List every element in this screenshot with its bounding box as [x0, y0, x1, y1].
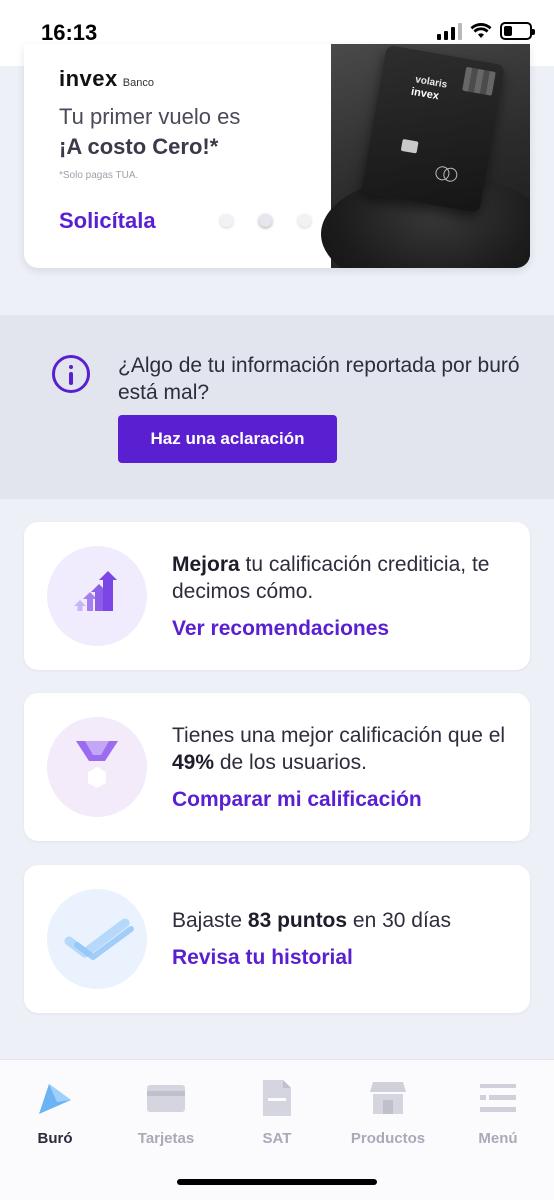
info-icon [52, 355, 90, 393]
document-icon [257, 1078, 297, 1118]
promo-cta-link[interactable]: Solicítala [59, 208, 156, 234]
battery-icon [500, 22, 535, 40]
carousel-dot[interactable] [298, 214, 311, 227]
report-section [0, 315, 554, 499]
carousel-dot[interactable] [220, 214, 233, 227]
promo-footnote: *Solo pagas TUA. [59, 170, 139, 181]
report-question: ¿Algo de tu información reportada por bu… [118, 354, 520, 404]
trend-icon-circle [47, 889, 147, 989]
compare-score-card[interactable]: Tienes una mejor calificación que el 49%… [24, 693, 530, 841]
improve-text: Mejora tu calificación crediticia, te de… [172, 553, 490, 603]
promo-banner[interactable]: invex Banco Tu primer vuelo es ¡A costo … [24, 44, 530, 268]
home-indicator[interactable] [177, 1179, 377, 1185]
recommendations-link[interactable]: Ver recomendaciones [172, 617, 389, 641]
clarification-button[interactable]: Haz una aclaración [118, 415, 337, 463]
card-pattern [462, 66, 496, 96]
nav-item-sat[interactable]: SAT [222, 1078, 332, 1147]
buro-icon [35, 1078, 75, 1118]
logo-sub: Banco [122, 77, 154, 89]
card-icon [146, 1078, 186, 1118]
medal-icon [76, 741, 118, 788]
menu-icon [478, 1078, 518, 1118]
nav-label: Tarjetas [137, 1130, 195, 1147]
status-time: 16:13 [41, 20, 98, 45]
history-link[interactable]: Revisa tu historial [172, 946, 353, 970]
nav-item-buro[interactable]: Buró [0, 1078, 110, 1147]
nav-item-productos[interactable]: Productos [333, 1078, 443, 1147]
logo-main: invex [59, 66, 118, 91]
history-text: Bajaste 83 puntos en 30 días [172, 909, 451, 932]
improve-score-card[interactable]: Mejora tu calificación crediticia, te de… [24, 522, 530, 670]
medal-icon-circle [47, 717, 147, 817]
status-icons [437, 22, 535, 40]
nav-label: Productos [350, 1130, 426, 1147]
compare-text: Tienes una mejor calificación que el 49%… [172, 724, 506, 774]
invex-logo: invex Banco [59, 66, 154, 92]
card-chip [400, 138, 419, 154]
promo-headline: Tu primer vuelo es [59, 104, 241, 129]
signal-icon [437, 22, 462, 40]
credit-card-image: volaris invex [360, 44, 506, 214]
promo-card-image: volaris invex [321, 44, 530, 268]
nav-label: Menú [478, 1130, 518, 1147]
promo-highlight: ¡A costo Cero!* [59, 134, 219, 159]
store-icon [368, 1078, 408, 1118]
growth-arrows-icon [74, 571, 117, 611]
carousel-dots [220, 214, 311, 227]
nav-item-menu[interactable]: Menú [443, 1078, 553, 1147]
nav-label: Buró [37, 1130, 73, 1147]
nav-item-tarjetas[interactable]: Tarjetas [111, 1078, 221, 1147]
promo-text-panel: invex Banco Tu primer vuelo es ¡A costo … [24, 44, 331, 268]
battery-level [504, 26, 513, 36]
mastercard-icon [434, 165, 459, 183]
compare-link[interactable]: Comparar mi calificación [172, 788, 422, 812]
history-card[interactable]: Bajaste 83 puntos en 30 días Revisa tu h… [24, 865, 530, 1013]
growth-icon-circle [47, 546, 147, 646]
trend-check-icon [64, 918, 134, 960]
wifi-icon [470, 23, 492, 38]
carousel-dot-active[interactable] [259, 214, 272, 227]
nav-label: SAT [262, 1130, 292, 1147]
